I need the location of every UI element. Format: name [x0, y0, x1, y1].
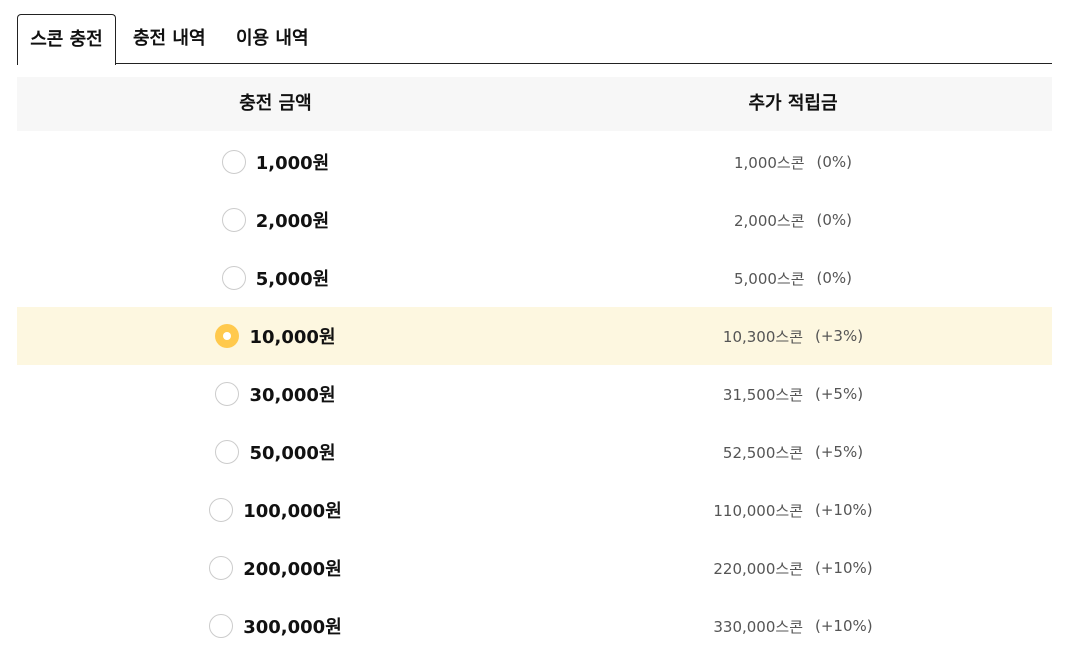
bonus-cell: 5,000스콘 (0%): [534, 249, 1052, 307]
charge-option-row[interactable]: 50,000원 52,500스콘 (+5%): [17, 423, 1052, 481]
charge-option-row[interactable]: 2,000원 2,000스콘 (0%): [17, 191, 1052, 249]
bonus-rate: (+10%): [815, 559, 873, 577]
bonus-cell: 1,000스콘 (0%): [534, 133, 1052, 191]
amount-cell: 30,000원: [17, 365, 534, 423]
charge-amount: 100,000원: [243, 501, 342, 522]
header-charge-amount: 충전 금액: [239, 93, 312, 114]
bonus-cell: 31,500스콘 (+5%): [534, 365, 1052, 423]
bonus-value: 5,000스콘: [733, 269, 805, 288]
charge-amount: 50,000원: [249, 443, 336, 464]
charge-option-row[interactable]: 200,000원 220,000스콘 (+10%): [17, 539, 1052, 597]
charge-amount: 10,000원: [249, 327, 336, 348]
bonus-cell: 52,500스콘 (+5%): [534, 423, 1052, 481]
bonus-rate: (0%): [816, 153, 853, 171]
charge-amount: 200,000원: [243, 559, 342, 580]
charge-option-row[interactable]: 1,000원 1,000스콘 (0%): [17, 133, 1052, 191]
amount-cell: 2,000원: [17, 191, 534, 249]
radio-button[interactable]: [209, 614, 234, 638]
radio-button[interactable]: [209, 556, 234, 580]
bonus-cell: 10,300스콘 (+3%): [534, 307, 1052, 365]
amount-cell: 50,000원: [17, 423, 534, 481]
amount-cell: 100,000원: [17, 481, 534, 539]
bonus-value: 2,000스콘: [733, 211, 805, 230]
charge-option-row[interactable]: 30,000원 31,500스콘 (+5%): [17, 365, 1052, 423]
bonus-rate: (+5%): [815, 443, 864, 461]
charge-option-row[interactable]: 100,000원 110,000스콘 (+10%): [17, 481, 1052, 539]
radio-button[interactable]: [221, 208, 246, 232]
bonus-cell: 220,000스콘 (+10%): [534, 539, 1052, 597]
tab-scon-charge[interactable]: 스콘 충전: [17, 14, 116, 65]
charge-option-row[interactable]: 5,000원 5,000스콘 (0%): [17, 249, 1052, 307]
amount-cell: 10,000원: [17, 307, 534, 365]
charge-option-row[interactable]: 300,000원 330,000스콘 (+10%): [17, 597, 1052, 655]
radio-button[interactable]: [215, 440, 240, 464]
charge-amount: 30,000원: [249, 385, 336, 406]
charge-option-row-selected[interactable]: 10,000원 10,300스콘 (+3%): [17, 307, 1052, 365]
bonus-value: 330,000스콘: [713, 617, 803, 636]
header-bonus-points: 추가 적립금: [748, 93, 838, 114]
bonus-rate: (+5%): [815, 385, 864, 403]
radio-button[interactable]: [221, 266, 246, 290]
charge-amount: 2,000원: [255, 211, 330, 232]
bonus-value: 1,000스콘: [733, 153, 805, 172]
amount-cell: 300,000원: [17, 597, 534, 655]
bonus-rate: (+10%): [815, 617, 873, 635]
amount-cell: 1,000원: [17, 133, 534, 191]
bonus-rate: (+10%): [815, 501, 873, 519]
charge-options-list: 1,000원 1,000스콘 (0%) 2,000원 2,000스콘 (0%) …: [17, 133, 1052, 655]
bonus-value: 10,300스콘: [722, 327, 803, 346]
charge-amount: 300,000원: [243, 617, 342, 638]
bonus-rate: (0%): [816, 269, 853, 287]
bonus-cell: 110,000스콘 (+10%): [534, 481, 1052, 539]
bonus-value: 110,000스콘: [713, 501, 803, 520]
radio-button[interactable]: [221, 150, 246, 174]
bonus-cell: 330,000스콘 (+10%): [534, 597, 1052, 655]
bonus-value: 220,000스콘: [713, 559, 803, 578]
bonus-value: 52,500스콘: [722, 443, 803, 462]
amount-cell: 200,000원: [17, 539, 534, 597]
radio-button-checked[interactable]: [215, 324, 240, 348]
bonus-rate: (+3%): [815, 327, 864, 345]
charge-amount: 5,000원: [255, 269, 330, 290]
bonus-cell: 2,000스콘 (0%): [534, 191, 1052, 249]
radio-button[interactable]: [209, 498, 234, 522]
radio-button[interactable]: [215, 382, 240, 406]
bonus-rate: (0%): [816, 211, 853, 229]
tab-charge-history[interactable]: 충전 내역: [133, 14, 206, 64]
charge-amount: 1,000원: [255, 153, 330, 174]
table-header: 충전 금액 추가 적립금: [17, 77, 1052, 131]
amount-cell: 5,000원: [17, 249, 534, 307]
tab-usage-history[interactable]: 이용 내역: [236, 14, 309, 64]
bonus-value: 31,500스콘: [722, 385, 803, 404]
tab-bar: 스콘 충전 충전 내역 이용 내역: [17, 14, 1052, 65]
